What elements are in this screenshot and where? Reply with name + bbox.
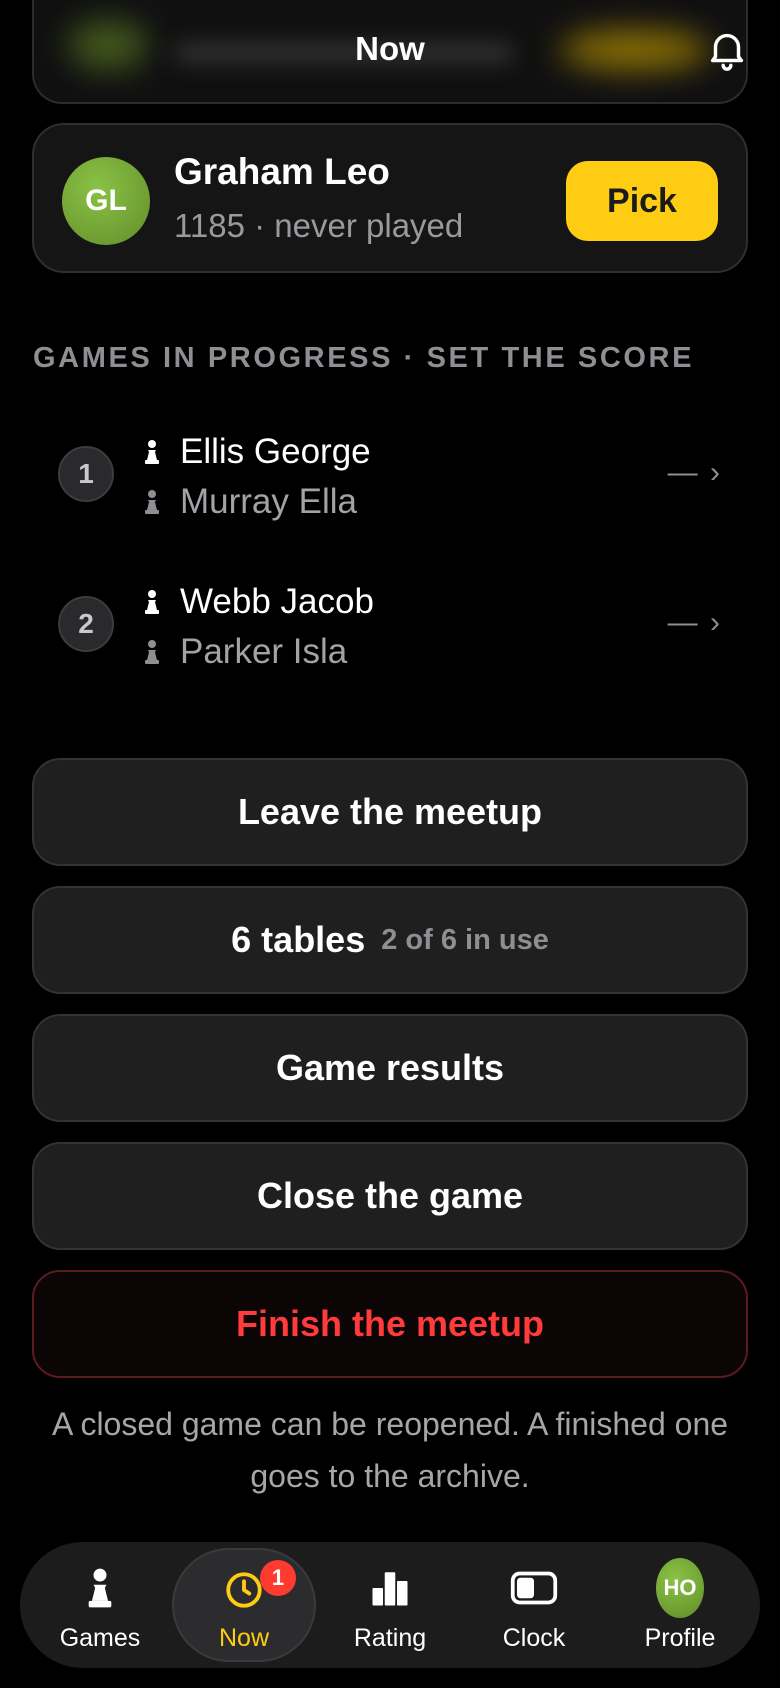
tab-bar: Games Now 1 Rating Clock HO Profile bbox=[20, 1542, 760, 1668]
finish-meetup-label: Finish the meetup bbox=[235, 1303, 545, 1344]
candidate-name: Graham Leo bbox=[174, 151, 390, 192]
pawn-icon bbox=[76, 1564, 124, 1612]
black-player: Murray Ella bbox=[142, 482, 357, 522]
pick-button[interactable]: Pick bbox=[566, 161, 718, 241]
game-number: 1 bbox=[58, 446, 114, 502]
avatar: GL bbox=[62, 157, 150, 245]
chess-clock-icon bbox=[510, 1564, 558, 1612]
leave-meetup-label: Leave the meetup bbox=[237, 791, 543, 832]
score-chevron[interactable]: — › bbox=[668, 606, 722, 640]
score-chevron[interactable]: — › bbox=[668, 456, 722, 490]
white-player: Webb Jacob bbox=[142, 582, 374, 622]
white-player-name: Webb Jacob bbox=[180, 582, 374, 621]
game-results-button[interactable]: Game results bbox=[32, 1014, 748, 1122]
tab-rating[interactable]: Rating bbox=[318, 1542, 462, 1668]
tab-label: Now bbox=[218, 1624, 269, 1652]
tab-profile[interactable]: HO Profile bbox=[608, 1542, 752, 1668]
leave-meetup-button[interactable]: Leave the meetup bbox=[32, 758, 748, 866]
black-player-name: Murray Ella bbox=[180, 482, 357, 521]
tables-usage: 2 of 6 in use bbox=[381, 923, 549, 956]
tables-button[interactable]: 6 tables 2 of 6 in use bbox=[32, 886, 748, 994]
tab-now[interactable]: Now 1 bbox=[172, 1548, 316, 1662]
white-pawn-icon bbox=[145, 590, 159, 614]
black-player-name: Parker Isla bbox=[180, 632, 348, 671]
black-pawn-icon bbox=[145, 490, 159, 514]
tab-label: Games bbox=[59, 1624, 141, 1652]
white-pawn-icon bbox=[145, 440, 159, 464]
avatar: HO bbox=[656, 1558, 704, 1618]
tables-label: 6 tables bbox=[231, 919, 366, 960]
footnote: A closed game can be reopened. A finishe… bbox=[51, 1406, 729, 1494]
close-game-label: Close the game bbox=[256, 1175, 524, 1216]
white-player-name: Ellis George bbox=[180, 432, 371, 471]
bell-icon[interactable] bbox=[704, 26, 750, 72]
section-heading: GAMES IN PROGRESS · SET THE SCORE bbox=[33, 342, 695, 374]
game-number: 2 bbox=[58, 596, 114, 652]
game-results-label: Game results bbox=[275, 1047, 505, 1088]
bar-chart-icon bbox=[366, 1564, 414, 1612]
black-pawn-icon bbox=[145, 640, 159, 664]
game-row-2[interactable]: 2 Webb Jacob Parker Isla — › bbox=[32, 566, 748, 686]
game-row-1[interactable]: 1 Ellis George Murray Ella — › bbox=[32, 416, 748, 536]
tab-label: Clock bbox=[502, 1624, 566, 1652]
close-game-button[interactable]: Close the game bbox=[32, 1142, 748, 1250]
profile-avatar: HO bbox=[656, 1558, 704, 1618]
page-title: Now bbox=[355, 30, 425, 67]
notification-badge: 1 bbox=[260, 1560, 296, 1596]
tab-label: Profile bbox=[644, 1624, 716, 1652]
tab-games[interactable]: Games bbox=[28, 1542, 172, 1668]
candidate-card: GL Graham Leo 1185 · never played Pick bbox=[32, 123, 748, 273]
finish-meetup-button[interactable]: Finish the meetup bbox=[32, 1270, 748, 1378]
black-player: Parker Isla bbox=[142, 632, 347, 672]
tab-clock[interactable]: Clock bbox=[462, 1542, 606, 1668]
candidate-meta: 1185 · never played bbox=[174, 207, 464, 244]
tab-label: Rating bbox=[353, 1624, 427, 1652]
white-player: Ellis George bbox=[142, 432, 371, 472]
